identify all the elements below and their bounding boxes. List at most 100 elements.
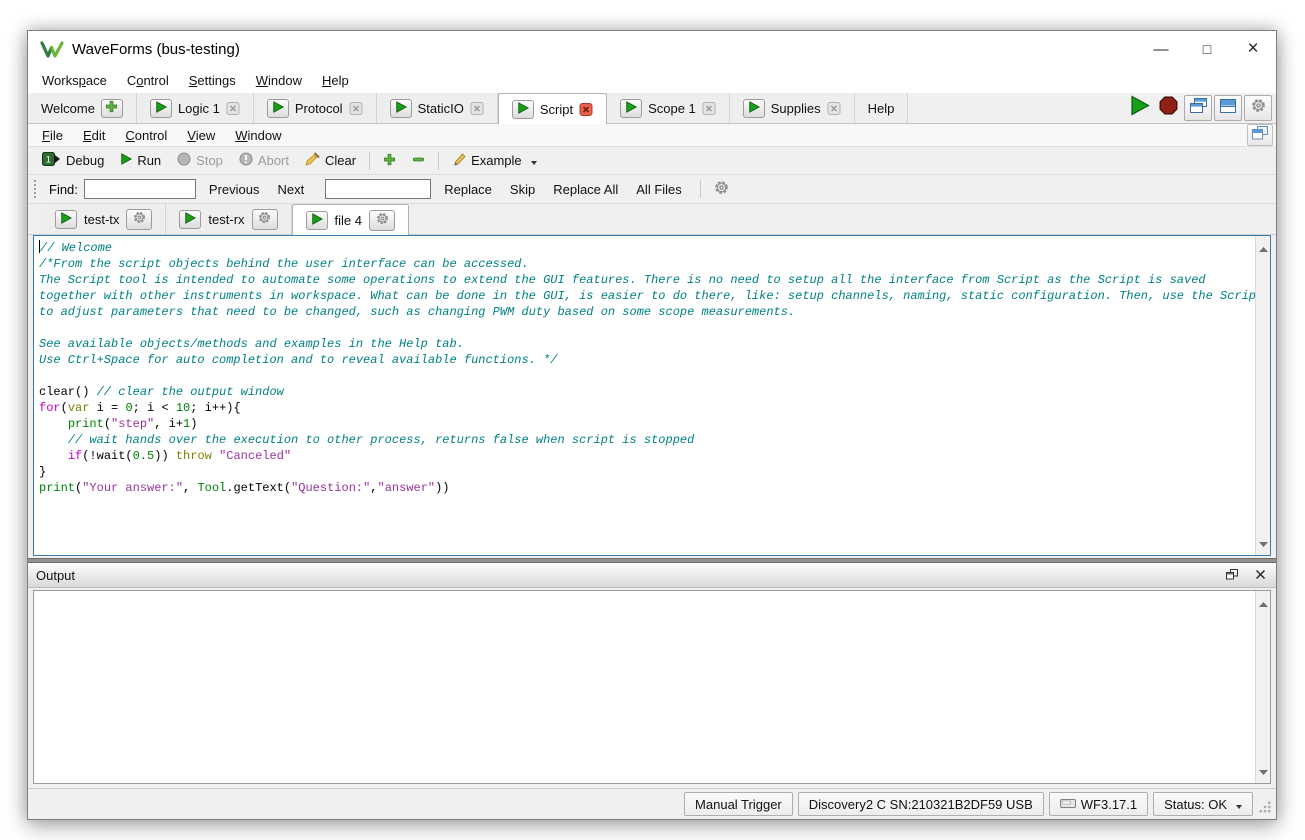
scroll-up-icon[interactable] xyxy=(1259,239,1268,257)
clear-button[interactable]: Clear xyxy=(297,149,364,172)
output-content[interactable] xyxy=(33,590,1271,784)
resize-grip[interactable] xyxy=(1258,803,1272,819)
all-files-button[interactable]: All Files xyxy=(627,179,691,200)
file-tab-test-rx[interactable]: test-rx xyxy=(166,204,291,234)
output-scrollbar[interactable] xyxy=(1255,591,1270,783)
status-discovery2-c-sn-210321b2df59-usb-button[interactable]: Discovery2 C SN:210321B2DF59 USB xyxy=(798,792,1044,816)
code-text[interactable]: // Welcome/*From the script objects behi… xyxy=(34,236,1270,496)
tab-label: Scope 1 xyxy=(648,101,696,116)
previous-button[interactable]: Previous xyxy=(200,179,269,200)
editor-scrollbar[interactable] xyxy=(1255,236,1270,555)
code-line: together with other instruments in works… xyxy=(39,288,1252,304)
status-manual-trigger-button[interactable]: Manual Trigger xyxy=(684,792,793,816)
menu-help[interactable]: Help xyxy=(312,70,359,91)
abort-button[interactable]: Abort xyxy=(231,149,297,172)
add-script-tab-button[interactable] xyxy=(375,150,404,172)
tile-windows-button[interactable] xyxy=(1214,95,1242,121)
instrument-play-button[interactable] xyxy=(150,99,172,118)
scroll-up-icon[interactable] xyxy=(1259,594,1268,612)
code-editor[interactable]: // Welcome/*From the script objects behi… xyxy=(33,235,1271,556)
menu-settings[interactable]: Settings xyxy=(179,70,246,91)
code-line: // Welcome xyxy=(39,240,1252,256)
file-tab-file-4[interactable]: file 4 xyxy=(292,204,409,235)
cascade-windows-button[interactable] xyxy=(1184,95,1212,121)
stop-oct-icon xyxy=(1159,96,1178,120)
instrument-play-button[interactable] xyxy=(512,100,534,119)
replace-input[interactable] xyxy=(325,179,431,199)
tab-logic-1[interactable]: Logic 1 xyxy=(137,93,254,123)
global-options-button[interactable] xyxy=(1244,95,1272,121)
stop-button[interactable]: Stop xyxy=(169,149,231,172)
instrument-play-button[interactable] xyxy=(743,99,765,118)
replace-buttons: ReplaceSkipReplace AllAll Files xyxy=(435,179,691,200)
minus-icon xyxy=(412,153,425,169)
instrument-play-button[interactable] xyxy=(267,99,289,118)
menu-workspace[interactable]: Workspace xyxy=(32,70,117,91)
skip-button[interactable]: Skip xyxy=(501,179,544,200)
run-all-button[interactable] xyxy=(1126,95,1153,121)
tab-close-icon[interactable] xyxy=(827,102,841,115)
script-menu-file[interactable]: File xyxy=(32,125,73,146)
tab-close-icon[interactable] xyxy=(470,102,484,115)
debug-button[interactable]: 1Debug xyxy=(34,149,112,172)
menu-control[interactable]: Control xyxy=(117,70,179,91)
tab-welcome[interactable]: Welcome xyxy=(28,93,137,123)
play-icon xyxy=(272,101,284,116)
status-status-ok-button[interactable]: Status: OK xyxy=(1153,792,1253,816)
status-label: Manual Trigger xyxy=(695,797,782,812)
close-button[interactable]: × xyxy=(1230,31,1276,67)
instrument-play-button[interactable] xyxy=(620,99,642,118)
remove-script-tab-button[interactable] xyxy=(404,150,433,172)
toolbar-drag-handle[interactable] xyxy=(34,180,41,198)
script-menu-control[interactable]: Control xyxy=(115,125,177,146)
stop-all-button[interactable] xyxy=(1155,95,1182,121)
replace-all-button[interactable]: Replace All xyxy=(544,179,627,200)
status-wf3-17-1-button[interactable]: WF3.17.1 xyxy=(1049,792,1148,816)
minimize-button[interactable]: — xyxy=(1138,31,1184,67)
app-menubar: WorkspaceControlSettingsWindowHelp xyxy=(28,67,1276,93)
scroll-down-icon[interactable] xyxy=(1259,534,1268,552)
tab-scope-1[interactable]: Scope 1 xyxy=(607,93,730,123)
play-icon xyxy=(311,213,323,228)
instrument-play-button[interactable] xyxy=(390,99,412,118)
next-button[interactable]: Next xyxy=(268,179,313,200)
file-options-button[interactable] xyxy=(126,209,152,230)
run-file-button[interactable] xyxy=(55,210,77,229)
play-icon xyxy=(517,102,529,117)
file-tab-test-tx[interactable]: test-tx xyxy=(42,204,166,234)
tab-protocol[interactable]: Protocol xyxy=(254,93,377,123)
tab-close-icon[interactable] xyxy=(702,102,716,115)
find-options-button[interactable] xyxy=(710,180,734,198)
script-file-tabs: test-txtest-rxfile 4 xyxy=(42,204,409,234)
tab-script[interactable]: Script xyxy=(498,93,607,124)
run-button[interactable]: Run xyxy=(112,150,169,171)
svg-text:1: 1 xyxy=(46,155,51,166)
run-file-button[interactable] xyxy=(306,211,328,230)
tab-close-icon[interactable] xyxy=(349,102,363,115)
tab-help[interactable]: Help xyxy=(855,93,909,123)
status-label: Discovery2 C SN:210321B2DF59 USB xyxy=(809,797,1033,812)
tab-staticio[interactable]: StaticIO xyxy=(377,93,498,123)
tab-close-icon[interactable] xyxy=(226,102,240,115)
file-options-button[interactable] xyxy=(252,209,278,230)
menu-window[interactable]: Window xyxy=(246,70,312,91)
undock-window-button[interactable] xyxy=(1247,124,1273,146)
add-instrument-button[interactable] xyxy=(101,99,123,118)
example-button[interactable]: Example xyxy=(444,149,545,172)
tab-close-icon[interactable] xyxy=(579,103,593,116)
code-line: } xyxy=(39,464,1252,480)
script-menu-window[interactable]: Window xyxy=(225,125,291,146)
tab-supplies[interactable]: Supplies xyxy=(730,93,855,123)
replace-button[interactable]: Replace xyxy=(435,179,501,200)
output-close-button[interactable] xyxy=(1252,567,1268,583)
abortDis-icon xyxy=(239,152,253,169)
find-input[interactable] xyxy=(84,179,196,199)
scroll-down-icon[interactable] xyxy=(1259,762,1268,780)
file-options-button[interactable] xyxy=(369,210,395,231)
maximize-button[interactable]: □ xyxy=(1184,31,1230,67)
script-menu-edit[interactable]: Edit xyxy=(73,125,115,146)
script-menu-view[interactable]: View xyxy=(177,125,225,146)
run-file-button[interactable] xyxy=(179,210,201,229)
output-float-button[interactable] xyxy=(1224,567,1240,583)
titlebar[interactable]: WaveForms (bus-testing) — □ × xyxy=(28,31,1276,67)
